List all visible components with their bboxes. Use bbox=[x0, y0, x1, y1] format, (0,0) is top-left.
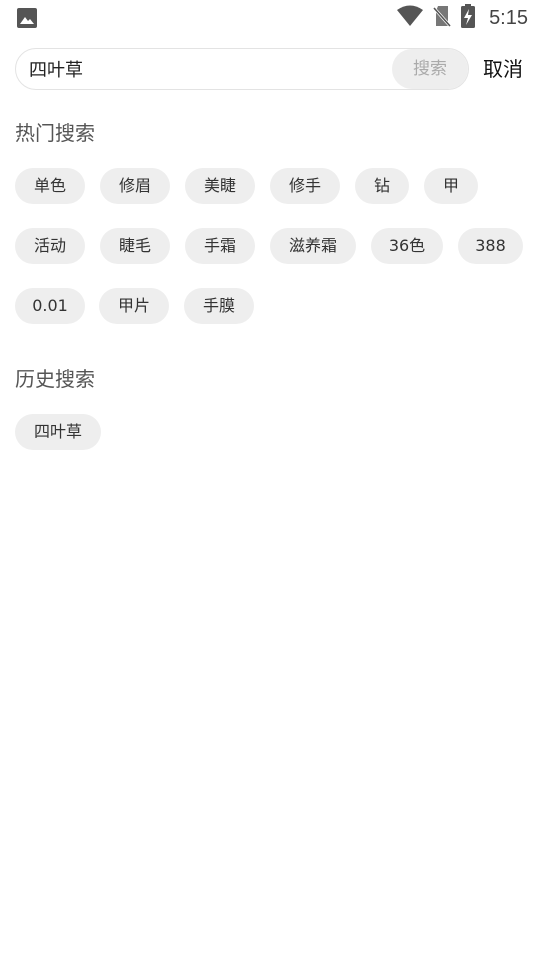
hot-tag[interactable]: 睫毛 bbox=[100, 228, 170, 264]
search-row: 搜索 取消 bbox=[15, 48, 528, 90]
hot-tag[interactable]: 手膜 bbox=[184, 288, 254, 324]
hot-search-title: 热门搜索 bbox=[15, 121, 95, 145]
hot-tag[interactable]: 0.01 bbox=[15, 288, 85, 324]
hot-tag[interactable]: 单色 bbox=[15, 168, 85, 204]
history-tag[interactable]: 四叶草 bbox=[15, 414, 101, 450]
hot-tag[interactable]: 美睫 bbox=[185, 168, 255, 204]
hot-tag[interactable]: 388 bbox=[458, 228, 523, 264]
hot-tag[interactable]: 手霜 bbox=[185, 228, 255, 264]
search-input[interactable] bbox=[29, 49, 389, 89]
hot-tag[interactable]: 甲片 bbox=[99, 288, 169, 324]
search-button[interactable]: 搜索 bbox=[392, 49, 468, 89]
hot-tag[interactable]: 钻 bbox=[355, 168, 409, 204]
no-sim-icon bbox=[432, 5, 452, 31]
battery-charging-icon bbox=[461, 4, 476, 32]
history-search-title: 历史搜索 bbox=[15, 367, 95, 391]
hot-tag[interactable]: 修手 bbox=[270, 168, 340, 204]
status-bar: 5:15 bbox=[0, 0, 540, 36]
hot-tag[interactable]: 滋养霜 bbox=[270, 228, 356, 264]
hot-tag[interactable]: 修眉 bbox=[100, 168, 170, 204]
cancel-button[interactable]: 取消 bbox=[483, 48, 528, 90]
clock-time: 5:15 bbox=[489, 6, 528, 29]
hot-tag[interactable]: 活动 bbox=[15, 228, 85, 264]
hot-tag[interactable]: 甲 bbox=[424, 168, 478, 204]
hot-tag[interactable]: 36色 bbox=[371, 228, 443, 264]
search-box: 搜索 bbox=[15, 48, 469, 90]
image-icon bbox=[16, 7, 38, 29]
wifi-icon bbox=[397, 5, 424, 31]
